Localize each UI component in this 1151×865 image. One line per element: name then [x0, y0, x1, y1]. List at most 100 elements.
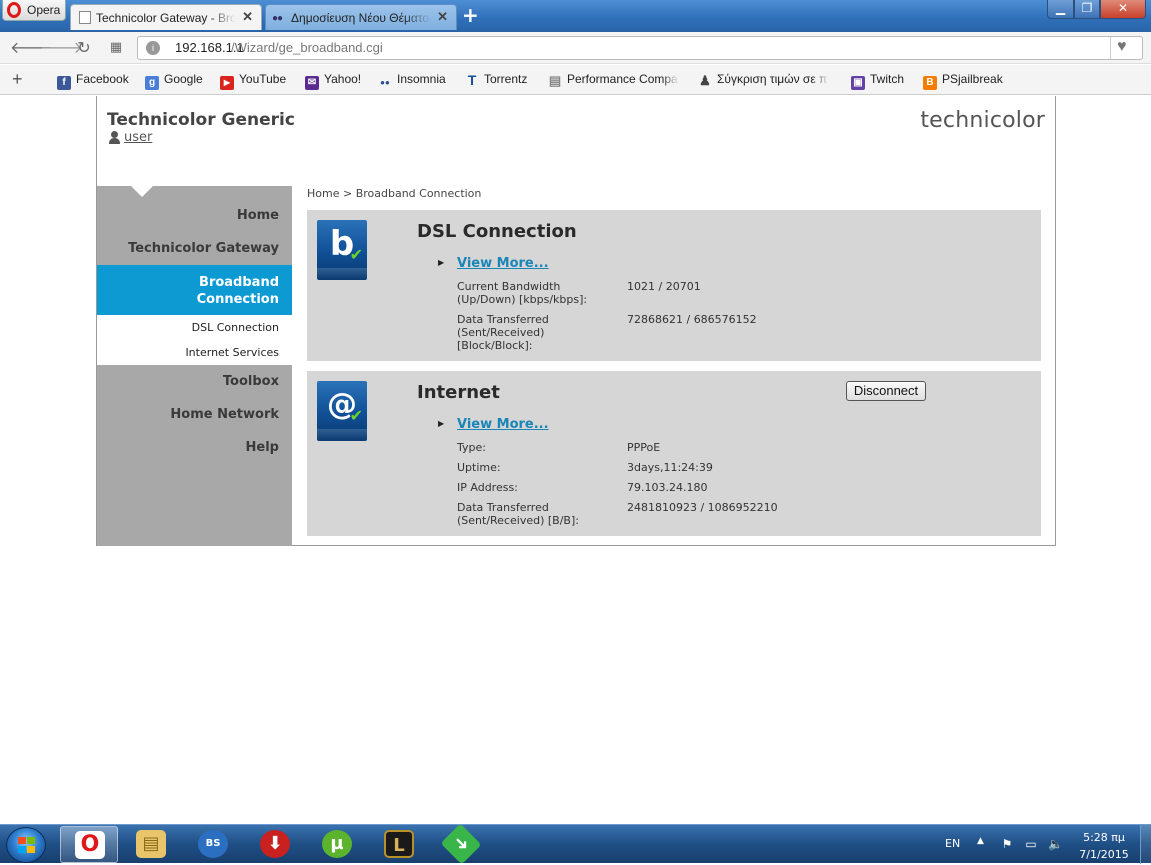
bookmarks-bar: + f Facebook g Google ▶ YouTube ✉ Yahoo! ●● I… — [0, 65, 1151, 95]
sidebar-item-toolbox[interactable]: Toolbox — [97, 374, 292, 389]
volume-icon[interactable]: 🔈 — [1048, 837, 1063, 851]
action-center-flag-icon[interactable]: ⚑ — [1000, 837, 1014, 851]
site-info-icon[interactable]: i — [146, 41, 160, 55]
disconnect-button[interactable]: Disconnect — [846, 381, 926, 401]
dsl-view-more-link[interactable]: View More... — [457, 256, 549, 271]
user-link[interactable]: user — [124, 130, 152, 145]
internet-transfer-label: Data Transferred (Sent/Received) [B/B]: — [457, 501, 617, 527]
tab-close-icon[interactable]: ✕ — [437, 9, 448, 25]
bookmark-skroutz[interactable]: ♟ Σύγκριση τιμών σε π — [698, 72, 829, 88]
youtube-icon: ▶ — [220, 76, 234, 90]
taskbar-opera[interactable]: O — [60, 826, 118, 863]
show-desktop-button[interactable] — [1140, 825, 1151, 864]
opera-menu-button[interactable]: Opera — [2, 0, 66, 21]
user-icon — [109, 131, 120, 144]
technicolor-logo: technicolor — [920, 108, 1045, 133]
taskbar-league-of-legends[interactable]: L — [370, 826, 428, 863]
speed-dial-grid-icon[interactable]: ▦ — [105, 38, 127, 58]
internet-view-more-link[interactable]: View More... — [457, 417, 549, 432]
maximize-button[interactable]: ❐ — [1074, 0, 1100, 19]
yahoo-mail-icon: ✉ — [305, 76, 319, 90]
bookmark-torrentz[interactable]: T Torrentz — [465, 72, 528, 87]
network-icon[interactable]: ▭ — [1024, 837, 1038, 851]
broadband-icon: b ✔ — [317, 220, 367, 280]
address-bar[interactable]: i 192.168.1.1 /Wizard/ge_broadband.cgi ♥ — [137, 36, 1143, 60]
internet-card: @ ✔ Internet Disconnect ▶ View More... Ty… — [307, 371, 1041, 536]
dsl-transfer-value: 72868621 / 686576152 — [627, 313, 757, 326]
bookmark-label: Yahoo! — [324, 72, 362, 86]
opera-icon: O — [75, 831, 105, 859]
taskbar-download-manager[interactable]: ➜ — [432, 823, 490, 865]
clock-time[interactable]: 5:28 πμ — [1078, 831, 1130, 844]
sidebar-item-technicolor-gateway[interactable]: Technicolor Gateway — [97, 241, 292, 256]
breadcrumb: Home > Broadband Connection — [307, 187, 482, 200]
browser-toolbar: 🡐 🡒 ↻ ▦ i 192.168.1.1 /Wizard/ge_broadba… — [0, 32, 1151, 64]
bookmark-label: Performance Compa — [567, 72, 678, 86]
page-icon — [79, 11, 91, 24]
bookmark-label: Google — [164, 72, 203, 86]
windows-taskbar: O ▤ BS ⬇ µ L ➜ EN ▲ ⚑ ▭ 🔈 5:28 πμ 7/1/20… — [0, 823, 1151, 865]
minimize-button[interactable]: ▁ — [1047, 0, 1074, 19]
sidebar-subitem-internet-services[interactable]: Internet Services — [97, 346, 292, 359]
dsl-title: DSL Connection — [417, 221, 577, 242]
taskbar-utorrent[interactable]: µ — [308, 826, 366, 863]
sidebar-item-broadband-connection[interactable]: Broadband Connection — [97, 265, 292, 315]
bookmark-youtube[interactable]: ▶ YouTube — [220, 72, 286, 90]
bookmark-twitch[interactable]: ▣ Twitch — [851, 72, 904, 90]
label-line: (Up/Down) [kbps/kbps]: — [457, 293, 588, 306]
bookmark-psjailbreak[interactable]: B PSjailbreak — [923, 72, 1003, 90]
browser-titlebar: Opera Technicolor Gateway - Broadband Co… — [0, 0, 1151, 32]
sidebar — [97, 186, 292, 546]
sidebar-item-label: Connection — [196, 292, 279, 307]
page-icon: ▤ — [548, 73, 562, 88]
heart-icon[interactable]: ♥ — [1117, 38, 1127, 56]
show-hidden-icons-icon[interactable]: ▲ — [977, 836, 984, 846]
label-line: Current Bandwidth — [457, 280, 561, 293]
router-page: Technicolor Generic user technicolor Hom… — [96, 96, 1056, 546]
tab-technicolor-gateway[interactable]: Technicolor Gateway - Broadband Connecti… — [70, 4, 262, 30]
dsl-transfer-label: Data Transferred (Sent/Received) [Block/… — [457, 313, 617, 352]
forward-arrow-icon[interactable]: 🡒 — [40, 38, 83, 58]
label-line: (Sent/Received) — [457, 326, 545, 339]
bookmark-yahoo[interactable]: ✉ Yahoo! — [305, 72, 361, 90]
opera-menu-label: Opera — [27, 3, 61, 17]
reload-icon[interactable]: ↻ — [73, 38, 95, 58]
new-tab-button[interactable]: + — [462, 4, 479, 26]
insomnia-icon: ●● — [380, 78, 390, 87]
sidebar-subitem-dsl-connection[interactable]: DSL Connection — [97, 321, 292, 334]
uptime-value: 3days,11:24:39 — [627, 461, 713, 474]
taskbar-video-downloader[interactable]: ⬇ — [246, 826, 304, 863]
tab-close-icon[interactable]: ✕ — [242, 9, 253, 25]
tab-title: Δημοσίευση Νέου Θέματος — [291, 11, 431, 25]
twitch-icon: ▣ — [851, 76, 865, 90]
start-button[interactable] — [6, 827, 46, 863]
address-path: /Wizard/ge_broadband.cgi — [231, 40, 383, 55]
taskbar-bluestacks[interactable]: BS — [184, 826, 242, 863]
league-of-legends-icon: L — [384, 830, 414, 858]
ip-address-value: 79.103.24.180 — [627, 481, 708, 494]
bookmark-label: YouTube — [239, 72, 287, 86]
uptime-label: Uptime: — [457, 461, 501, 474]
bookmark-facebook[interactable]: f Facebook — [57, 72, 129, 90]
add-bookmark-icon[interactable]: + — [12, 69, 23, 90]
sidebar-item-help[interactable]: Help — [97, 440, 292, 455]
clock-date[interactable]: 7/1/2015 — [1075, 848, 1133, 861]
back-arrow-icon[interactable]: 🡐 — [10, 38, 53, 58]
bookmark-label: Torrentz — [484, 72, 528, 86]
bookmark-performance[interactable]: ▤ Performance Compa — [548, 72, 679, 88]
bookmark-label: Σύγκριση τιμών σε π — [717, 72, 828, 86]
bookmark-label: Insomnia — [397, 72, 446, 86]
sidebar-item-home-network[interactable]: Home Network — [97, 407, 292, 422]
skroutz-icon: ♟ — [699, 73, 711, 88]
bookmark-insomnia[interactable]: ●● Insomnia — [378, 72, 446, 90]
sidebar-item-home[interactable]: Home — [97, 208, 292, 223]
language-indicator[interactable]: EN — [945, 837, 960, 850]
google-icon: g — [145, 76, 159, 90]
taskbar-file-explorer[interactable]: ▤ — [122, 826, 180, 863]
expand-arrow-icon: ▶ — [438, 258, 445, 267]
close-window-button[interactable]: ✕ — [1100, 0, 1146, 19]
facebook-icon: f — [57, 76, 71, 90]
tab-new-topic[interactable]: ●● Δημοσίευση Νέου Θέματος ✕ — [265, 4, 457, 30]
folder-icon: ▤ — [136, 830, 166, 858]
bookmark-google[interactable]: g Google — [145, 72, 203, 90]
